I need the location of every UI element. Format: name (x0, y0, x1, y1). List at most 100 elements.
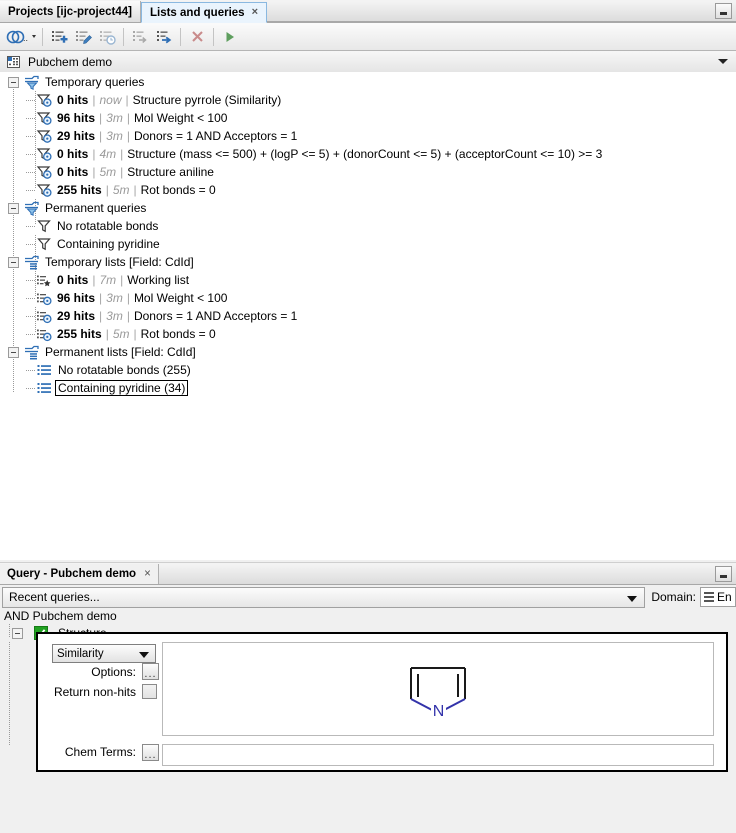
collapse-handle[interactable] (8, 347, 19, 358)
tree-group-permanent-lists[interactable]: Permanent lists [Field: CdId] (0, 343, 736, 361)
list-group-icon (23, 345, 40, 360)
tree-item-list[interactable]: 96 hits | 3m | Mol Weight < 100 (0, 289, 736, 307)
close-icon[interactable]: × (144, 568, 151, 580)
tree-item-list[interactable]: 29 hits | 3m | Donors = 1 AND Acceptors … (0, 307, 736, 325)
search-type-select[interactable]: Similarity (52, 644, 156, 663)
tree-item-list[interactable]: 255 hits | 5m | Rot bonds = 0 (0, 325, 736, 343)
tree-item-label-focused: Containing pyridine (34) (55, 380, 188, 396)
options-button[interactable]: ... (142, 663, 159, 680)
list-icon (36, 309, 52, 324)
tree-group-temporary-lists[interactable]: Temporary lists [Field: CdId] (0, 253, 736, 271)
tree-item-permanent-query[interactable]: Containing pyridine (0, 235, 736, 253)
tab-lists-and-queries[interactable]: Lists and queries × (141, 2, 267, 23)
hits-count: 0 hits (57, 165, 88, 179)
list-export-grey-icon[interactable] (128, 26, 152, 48)
tree-item-query[interactable]: 0 hits | now | Structure pyrrole (Simila… (0, 91, 736, 109)
list-icon (36, 327, 52, 342)
timestamp: 5m (113, 183, 130, 197)
collapse-handle[interactable] (12, 628, 23, 639)
minimize-button[interactable] (715, 3, 732, 19)
tree-item-label: Mol Weight < 100 (134, 111, 228, 125)
return-non-hits-checkbox[interactable] (142, 684, 157, 699)
query-group-icon (23, 75, 40, 90)
overlap-circles-dropdown-icon[interactable]: .. (4, 26, 38, 48)
tree-item-label: Structure aniline (127, 165, 214, 179)
breadcrumb[interactable]: Pubchem demo (0, 51, 736, 74)
tree-group-permanent-queries[interactable]: Permanent queries (0, 199, 736, 217)
structure-sketch-area[interactable]: N (162, 642, 714, 736)
query-icon (36, 129, 52, 144)
list-icon (36, 291, 52, 306)
pyrrole-structure-icon: N (393, 653, 483, 725)
tab-projects[interactable]: Projects [ijc-project44] (0, 1, 141, 22)
domain-value: En (717, 590, 732, 604)
funnel-icon (37, 237, 51, 251)
chevron-down-icon (627, 596, 637, 602)
tree-item-label: No rotatable bonds (57, 219, 158, 233)
tab-query-pubchem-demo[interactable]: Query - Pubchem demo × (0, 564, 159, 584)
tree-item-label: Working list (127, 273, 189, 287)
tree-item-label: Donors = 1 AND Acceptors = 1 (134, 129, 297, 143)
timestamp: 5m (113, 327, 130, 341)
toolbar-separator (213, 28, 214, 46)
run-icon[interactable] (218, 26, 242, 48)
collapse-handle[interactable] (8, 203, 19, 214)
grid-icon (7, 55, 21, 69)
tree-group-label: Permanent queries (45, 201, 146, 215)
hits-count: 96 hits (57, 111, 95, 125)
list-history-icon[interactable] (95, 26, 119, 48)
domain-field[interactable]: En (700, 587, 736, 607)
chevron-down-icon[interactable] (718, 59, 728, 64)
tree-item-label: Rot bonds = 0 (141, 327, 216, 341)
hits-count: 29 hits (57, 309, 95, 323)
breadcrumb-label: Pubchem demo (28, 55, 112, 69)
chem-terms-button[interactable]: ... (142, 744, 159, 761)
recent-queries-select[interactable]: Recent queries... (2, 587, 645, 608)
tree-item-query[interactable]: 0 hits | 5m | Structure aniline (0, 163, 736, 181)
plain-list-icon (37, 381, 52, 395)
query-tab-bar: Query - Pubchem demo × (0, 562, 736, 585)
tree-item-label: Rot bonds = 0 (141, 183, 216, 197)
list-export-blue-icon[interactable] (152, 26, 176, 48)
collapse-handle[interactable] (8, 257, 19, 268)
timestamp: 3m (106, 291, 123, 305)
tree-item-list[interactable]: 0 hits | 7m | Working list (0, 271, 736, 289)
hits-count: 255 hits (57, 327, 102, 341)
top-tab-bar: Projects [ijc-project44] Lists and queri… (0, 0, 736, 23)
hits-count: 29 hits (57, 129, 95, 143)
plain-list-icon (37, 363, 52, 377)
query-icon (36, 111, 52, 126)
return-non-hits-label: Return non-hits (46, 685, 136, 699)
timestamp: now (99, 93, 121, 107)
svg-text:..: .. (23, 33, 28, 43)
tree-group-temporary-queries[interactable]: Temporary queries (0, 73, 736, 91)
tree-group-label: Permanent lists [Field: CdId] (45, 345, 196, 359)
tree-item-query[interactable]: 29 hits | 3m | Donors = 1 AND Acceptors … (0, 127, 736, 145)
list-add-icon[interactable] (47, 26, 71, 48)
list-edit-icon[interactable] (71, 26, 95, 48)
structure-query-panel: Similarity Options: ... Return non-hits … (36, 632, 728, 772)
hits-count: 96 hits (57, 291, 95, 305)
tree-item-query[interactable]: 96 hits | 3m | Mol Weight < 100 (0, 109, 736, 127)
minimize-icon (720, 12, 727, 15)
tree-item-permanent-list[interactable]: No rotatable bonds (255) (0, 361, 736, 379)
tree-item-permanent-list[interactable]: Containing pyridine (34) (0, 379, 736, 397)
hits-count: 255 hits (57, 183, 102, 197)
tree-item-query[interactable]: 255 hits | 5m | Rot bonds = 0 (0, 181, 736, 199)
query-icon (36, 93, 52, 108)
toolbar-separator (123, 28, 124, 46)
search-type-value: Similarity (57, 648, 104, 660)
tree-item-label: Structure pyrrole (Similarity) (133, 93, 282, 107)
timestamp: 3m (106, 111, 123, 125)
tree-item-query[interactable]: 0 hits | 4m | Structure (mass <= 500) + … (0, 145, 736, 163)
tree-item-permanent-query[interactable]: No rotatable bonds (0, 217, 736, 235)
collapse-handle[interactable] (8, 77, 19, 88)
chem-terms-input[interactable] (162, 744, 714, 766)
queries-and-lists-tree[interactable]: Temporary queries 0 hits | now | Structu… (0, 72, 736, 560)
delete-icon[interactable] (185, 26, 209, 48)
chem-terms-label: Chem Terms: (46, 745, 136, 759)
minimize-button[interactable] (715, 566, 732, 582)
tree-item-label: Structure (mass <= 500) + (logP <= 5) + … (127, 147, 602, 161)
close-icon[interactable]: × (252, 7, 258, 18)
query-guide (9, 642, 10, 746)
